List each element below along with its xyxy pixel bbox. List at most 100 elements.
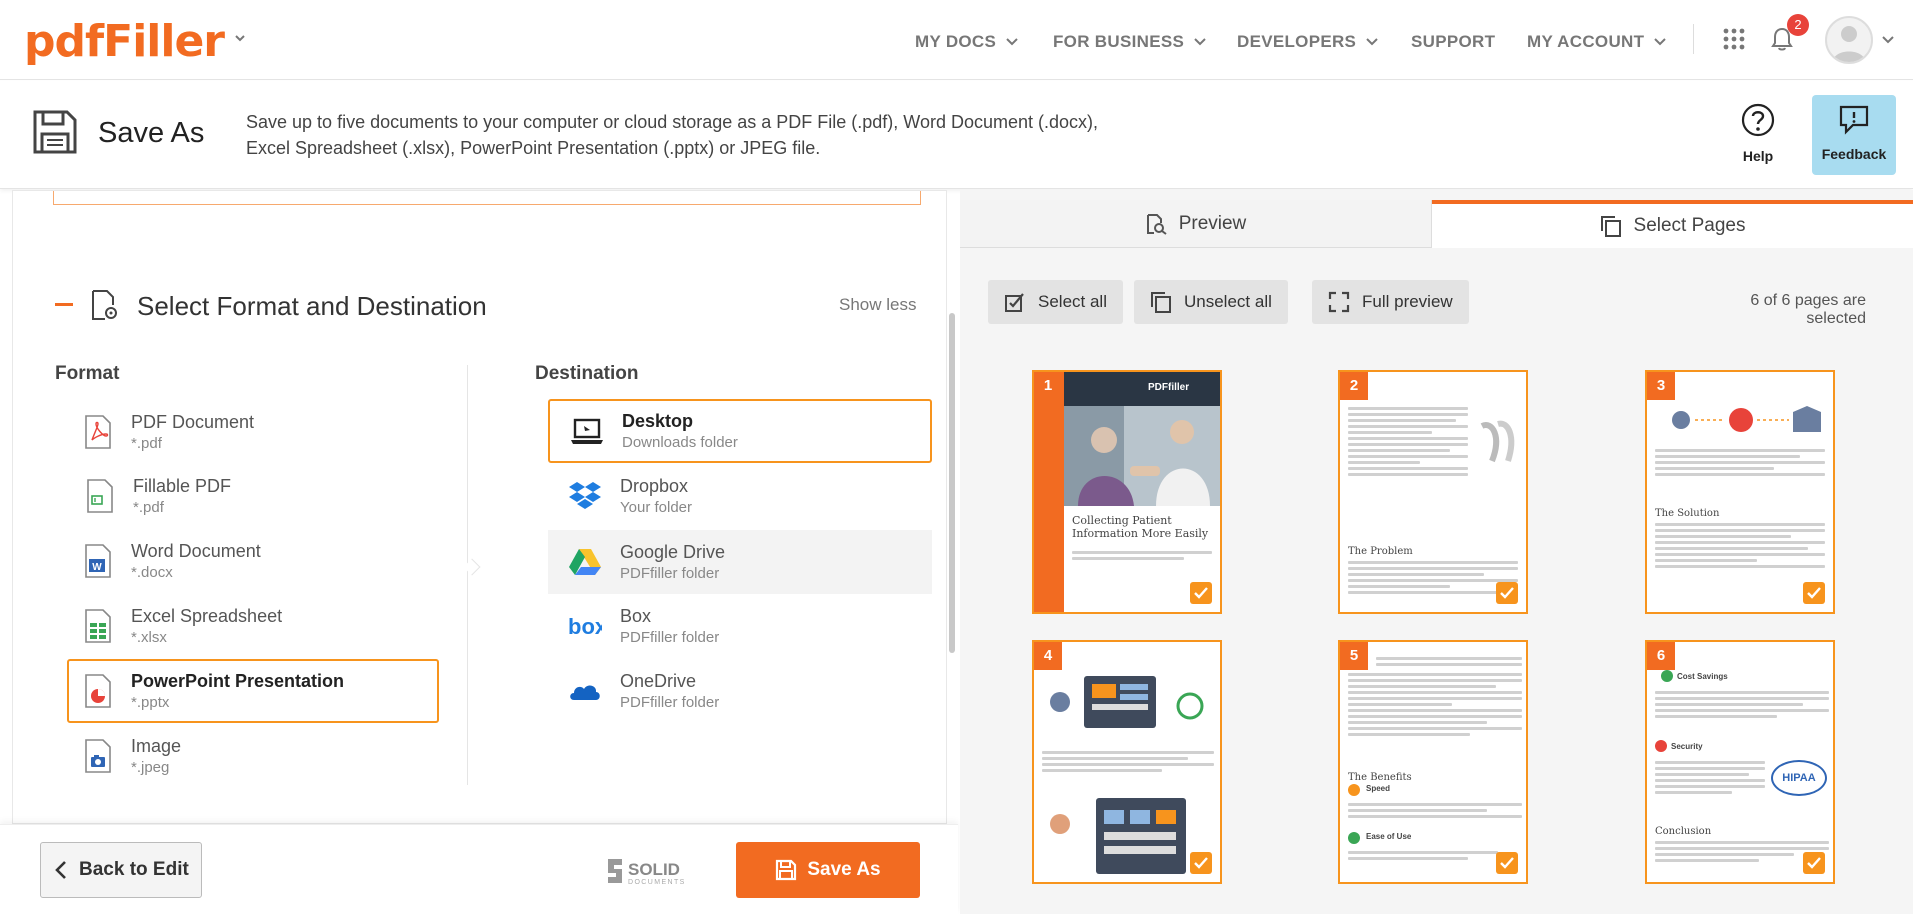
hipaa-seal: HIPAA (1771, 760, 1827, 796)
page-illustration (1672, 406, 1821, 432)
show-less-link[interactable]: Show less (839, 295, 916, 315)
format-name: PDF Document (131, 412, 255, 432)
page-checkbox[interactable] (1803, 582, 1825, 604)
page-text-lines (1655, 688, 1829, 721)
pdffiller-logo[interactable]: pdfFiller (24, 16, 225, 67)
page-number: 1 (1034, 372, 1062, 400)
description-line: Excel Spreadsheet (.xlsx), PowerPoint Pr… (246, 138, 821, 158)
page-brand: PDFfiller (1148, 382, 1190, 393)
format-extension: *.pdf (133, 499, 164, 516)
page-checkbox[interactable] (1803, 852, 1825, 874)
nav-my-docs[interactable]: MY DOCS (915, 32, 1018, 52)
page-title-text: Collecting Patient Information More Easi… (1072, 514, 1209, 540)
format-text: Image *.jpeg (131, 736, 181, 776)
apps-grid-icon[interactable] (1723, 28, 1745, 50)
page-heading: The Benefits (1348, 772, 1412, 783)
tab-label: Preview (1178, 212, 1247, 234)
speech-bubble-icon (1839, 105, 1869, 135)
nav-for-business[interactable]: FOR BUSINESS (1053, 32, 1206, 52)
format-extension: *.jpeg (131, 759, 170, 776)
page-checkbox[interactable] (1496, 582, 1518, 604)
page-checkbox[interactable] (1190, 852, 1212, 874)
select-all-button[interactable]: Select all (988, 280, 1123, 324)
format-option-image[interactable]: Image *.jpeg (83, 725, 443, 787)
chevron-down-icon[interactable] (234, 32, 246, 44)
collapse-toggle-icon[interactable] (55, 303, 73, 306)
page-checkbox[interactable] (1190, 582, 1212, 604)
page-text-lines (1348, 670, 1522, 739)
tab-select-pages[interactable]: Select Pages (1432, 200, 1913, 248)
format-name: Word Document (131, 541, 261, 561)
page-text-lines (1655, 520, 1825, 571)
save-as-button[interactable]: Save As (736, 842, 920, 898)
bottom-action-bar: Back to Edit SOLID DOCUMENTS Save As (0, 824, 958, 914)
destination-option-dropbox[interactable]: Dropbox Your folder (548, 465, 932, 527)
scrollbar-thumb[interactable] (949, 313, 955, 653)
avatar[interactable] (1825, 16, 1873, 64)
destination-option-google-drive[interactable]: Google Drive PDFfiller folder (548, 530, 932, 594)
svg-text:SOLID: SOLID (628, 860, 680, 879)
save-as-header: Save As Save up to five documents to you… (0, 81, 1913, 189)
checkmark-icon (1194, 857, 1208, 869)
column-divider (467, 365, 468, 785)
nav-my-account[interactable]: MY ACCOUNT (1527, 32, 1666, 52)
nav-divider (1693, 24, 1694, 54)
destination-option-box[interactable]: box Box PDFfiller folder (548, 595, 932, 657)
chevron-down-icon (1006, 38, 1018, 46)
format-text: Fillable PDF *.pdf (133, 476, 231, 516)
fullscreen-icon (1328, 291, 1350, 313)
selection-status: 6 of 6 pages are selected (1750, 292, 1866, 327)
chevron-down-icon[interactable] (1882, 36, 1894, 44)
nav-developers[interactable]: DEVELOPERS (1237, 32, 1378, 52)
destination-option-desktop[interactable]: Desktop Downloads folder (548, 399, 932, 463)
page-thumbnail-5[interactable]: The Benefits Speed Ease of Use 5 (1338, 640, 1528, 884)
document-settings-icon (92, 290, 117, 320)
destination-name: Box (620, 606, 652, 626)
page-heading: The Solution (1655, 508, 1720, 519)
format-option-powerpoint[interactable]: PowerPoint Presentation *.pptx (67, 659, 439, 723)
page-selection-panel: Preview Select Pages Select all Unselect… (960, 190, 1913, 914)
excel-file-icon (85, 609, 111, 643)
page-checkbox[interactable] (1496, 852, 1518, 874)
nav-label: MY ACCOUNT (1527, 32, 1645, 51)
format-text: Excel Spreadsheet *.xlsx (131, 606, 282, 646)
full-preview-button[interactable]: Full preview (1312, 280, 1469, 324)
notification-badge: 2 (1787, 14, 1809, 36)
unselect-all-button[interactable]: Unselect all (1134, 280, 1288, 324)
page-banner (1064, 372, 1220, 406)
select-all-label: Select all (1038, 292, 1107, 311)
full-preview-label: Full preview (1362, 292, 1453, 311)
feedback-button[interactable]: Feedback (1812, 95, 1896, 175)
tab-preview[interactable]: Preview (960, 200, 1432, 248)
fillable-pdf-icon (87, 479, 113, 513)
page-illustration (1050, 676, 1204, 728)
page-thumbnail-6[interactable]: Cost Savings Security HIPAA Conclusion 6 (1645, 640, 1835, 884)
feedback-label: Feedback (1821, 146, 1887, 162)
page-thumbnail-1[interactable]: PDFfiller Collecting Patient Information… (1032, 370, 1222, 614)
page-thumbnail-4[interactable]: 4 (1032, 640, 1222, 884)
page-text-lines (1376, 654, 1522, 669)
format-option-word[interactable]: W Word Document *.docx (83, 530, 443, 592)
dropbox-icon (569, 482, 601, 509)
format-name: Excel Spreadsheet (131, 606, 283, 626)
back-label: Back to Edit (79, 859, 189, 880)
page-photo (1064, 406, 1220, 506)
back-to-edit-button[interactable]: Back to Edit (40, 842, 202, 898)
format-option-fillable-pdf[interactable]: Fillable PDF *.pdf (85, 465, 445, 527)
page-thumbnail-3[interactable]: The Solution 3 (1645, 370, 1835, 614)
destination-name: Dropbox (620, 476, 689, 496)
page-number: 3 (1647, 372, 1675, 400)
page-thumbnail-2[interactable]: The Problem 2 (1338, 370, 1528, 614)
checkmark-icon (1500, 857, 1514, 869)
question-circle-icon (1741, 103, 1775, 137)
destination-text: OneDrive PDFfiller folder (620, 671, 719, 711)
box-icon: box (568, 614, 602, 638)
format-option-pdf[interactable]: PDF Document *.pdf (83, 401, 443, 463)
format-option-excel[interactable]: Excel Spreadsheet *.xlsx (83, 595, 443, 657)
svg-text:box: box (568, 614, 602, 638)
nav-support[interactable]: SUPPORT (1411, 32, 1495, 52)
destination-option-onedrive[interactable]: OneDrive PDFfiller folder (548, 660, 932, 722)
previous-section-edge (53, 191, 921, 205)
help-button[interactable]: Help (1728, 103, 1788, 164)
svg-text:W: W (92, 562, 102, 573)
